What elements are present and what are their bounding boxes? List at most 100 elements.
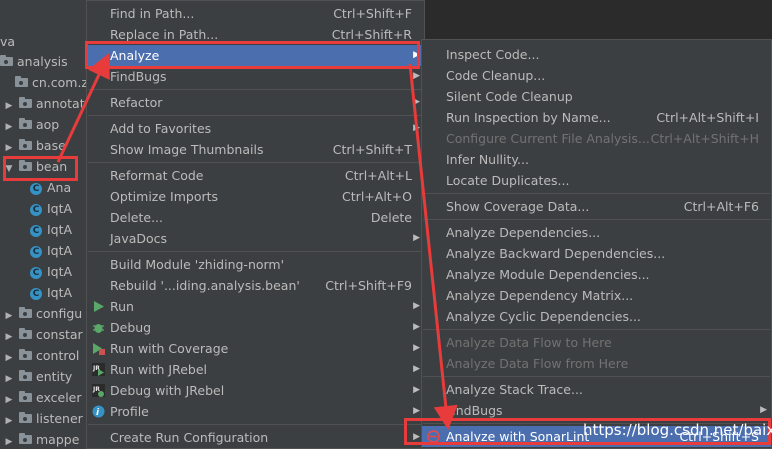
package-folder-icon xyxy=(15,76,28,87)
menu-item-label: Add to Favorites xyxy=(110,121,212,136)
menu-item-label: Locate Duplicates... xyxy=(446,173,570,188)
tree-row[interactable]: ▶ aop xyxy=(0,114,60,135)
tree-row[interactable]: C IqtA xyxy=(0,219,72,240)
collapsed-arrow-icon[interactable]: ▶ xyxy=(4,432,14,449)
menu-item-analyze-cyclic-dependencies[interactable]: Analyze Cyclic Dependencies... xyxy=(422,306,771,327)
tree-row[interactable]: C IqtA xyxy=(0,240,72,261)
menu-item-run-with-coverage[interactable]: Run with Coverage ▶ xyxy=(87,338,424,359)
tree-row[interactable]: ▶ annotat xyxy=(0,93,85,114)
menu-item-inspect-code[interactable]: Inspect Code... xyxy=(422,44,771,65)
menu-item-find-in-path[interactable]: Find in Path... Ctrl+Shift+F xyxy=(87,3,424,24)
menu-item-analyze-dependency-matrix[interactable]: Analyze Dependency Matrix... xyxy=(422,285,771,306)
tree-row-label: va xyxy=(0,34,16,49)
menu-item-label: Delete... xyxy=(110,210,163,225)
project-tree: vaanalysiscn.com.zhi▶annotat▶aop▶base▼be… xyxy=(0,0,86,449)
menu-item-optimize-imports[interactable]: Optimize Imports Ctrl+Alt+O xyxy=(87,186,424,207)
tree-row[interactable]: cn.com.zhi xyxy=(0,72,86,93)
menu-separator xyxy=(423,376,770,377)
menu-item-delete[interactable]: Delete... Delete xyxy=(87,207,424,228)
java-class-icon: C xyxy=(30,245,42,258)
menu-item-show-coverage-data[interactable]: Show Coverage Data... Ctrl+Alt+F6 xyxy=(422,196,771,217)
menu-item-findbugs[interactable]: FindBugs ▶ xyxy=(422,400,771,421)
jrebel-debug-icon: JR xyxy=(92,384,105,397)
menu-item-label: Run Inspection by Name... xyxy=(446,110,611,125)
menu-separator xyxy=(88,115,423,116)
menu-item-shortcut: Ctrl+Shift+T xyxy=(332,142,412,157)
tree-row-label: analysis xyxy=(17,54,68,69)
tree-row[interactable]: va xyxy=(0,31,15,52)
menu-item-reformat-code[interactable]: Reformat Code Ctrl+Alt+L xyxy=(87,165,424,186)
tree-row-label: annotat xyxy=(36,96,85,111)
submenu-arrow-icon: ▶ xyxy=(413,50,420,60)
menu-item-replace-in-path[interactable]: Replace in Path... Ctrl+Shift+R xyxy=(87,24,424,45)
tree-row[interactable]: ▶ listener xyxy=(0,408,83,429)
tree-row[interactable]: C IqtA xyxy=(0,261,72,282)
menu-item-analyze-module-dependencies[interactable]: Analyze Module Dependencies... xyxy=(422,264,771,285)
menu-item-analyze[interactable]: Analyze ▶ xyxy=(87,45,424,66)
menu-item-label: Run with JRebel xyxy=(110,362,208,377)
menu-item-javadocs[interactable]: JavaDocs ▶ xyxy=(87,228,424,249)
menu-item-analyze-stack-trace[interactable]: Analyze Stack Trace... xyxy=(422,379,771,400)
java-class-icon: C xyxy=(30,266,42,279)
submenu-arrow-icon: ▶ xyxy=(413,301,420,311)
menu-item-label: Analyze Data Flow to Here xyxy=(446,335,612,350)
menu-item-label: Rebuild '...iding.analysis.bean' xyxy=(110,278,300,293)
menu-item-refactor[interactable]: Refactor ▶ xyxy=(87,92,424,113)
menu-item-label: Inspect Code... xyxy=(446,47,540,62)
tree-row[interactable]: ▶ entity xyxy=(0,366,73,387)
menu-item-label: Optimize Imports xyxy=(110,189,219,204)
menu-item-infer-nullity[interactable]: Infer Nullity... xyxy=(422,149,771,170)
menu-item-code-cleanup[interactable]: Code Cleanup... xyxy=(422,65,771,86)
menu-item-locate-duplicates[interactable]: Locate Duplicates... xyxy=(422,170,771,191)
menu-separator xyxy=(88,424,423,425)
menu-item-label: Analyze Dependencies... xyxy=(446,225,601,240)
tree-row[interactable]: ▼ bean xyxy=(0,156,68,177)
menu-item-debug[interactable]: Debug ▶ xyxy=(87,317,424,338)
submenu-arrow-icon: ▶ xyxy=(413,233,420,243)
menu-item-show-image-thumbnails[interactable]: Show Image Thumbnails Ctrl+Shift+T xyxy=(87,139,424,160)
tree-row[interactable]: ▶ exceler xyxy=(0,387,82,408)
menu-item-add-to-favorites[interactable]: Add to Favorites ▶ xyxy=(87,118,424,139)
tree-row-label: aop xyxy=(36,117,60,132)
tree-row[interactable]: ▶ mappe xyxy=(0,429,80,449)
submenu-arrow-icon: ▶ xyxy=(760,405,767,415)
tree-row[interactable]: ▶ control xyxy=(0,345,80,366)
run-icon xyxy=(94,301,104,312)
menu-item-findbugs[interactable]: FindBugs ▶ xyxy=(87,66,424,87)
tree-row[interactable]: C IqtA xyxy=(0,282,72,303)
menu-item-shortcut: Delete xyxy=(370,210,412,225)
submenu-arrow-icon: ▶ xyxy=(413,123,420,133)
tree-row[interactable]: C Ana xyxy=(0,177,71,198)
menu-item-create-run-configuration[interactable]: Create Run Configuration ▶ xyxy=(87,427,424,448)
menu-item-silent-code-cleanup[interactable]: Silent Code Cleanup xyxy=(422,86,771,107)
tree-row[interactable]: ▶ configu xyxy=(0,303,83,324)
tree-row-label: configu xyxy=(36,306,83,321)
menu-item-run[interactable]: Run ▶ xyxy=(87,296,424,317)
package-folder-icon xyxy=(19,160,32,171)
menu-item-label: Analyze Stack Trace... xyxy=(446,382,583,397)
menu-item-shortcut: Ctrl+Alt+F6 xyxy=(683,199,759,214)
tree-row[interactable]: ▶ constar xyxy=(0,324,83,345)
menu-item-profile[interactable]: i Profile ▶ xyxy=(87,401,424,422)
menu-item-rebuild-iding-analysis-bean[interactable]: Rebuild '...iding.analysis.bean' Ctrl+Shi… xyxy=(87,275,424,296)
tree-row-label: IqtA xyxy=(47,222,73,237)
menu-item-debug-with-jrebel[interactable]: JR Debug with JRebel ▶ xyxy=(87,380,424,401)
package-folder-icon xyxy=(19,328,32,339)
tree-row[interactable]: ▶ base xyxy=(0,135,66,156)
menu-separator xyxy=(88,251,423,252)
sonarlint-icon xyxy=(427,430,440,443)
menu-item-label: Run xyxy=(110,299,134,314)
menu-item-build-module-zhiding-norm[interactable]: Build Module 'zhiding-norm' xyxy=(87,254,424,275)
tree-row[interactable]: C IqtA xyxy=(0,198,72,219)
menu-item-run-with-jrebel[interactable]: JR Run with JRebel ▶ xyxy=(87,359,424,380)
menu-item-run-inspection-by-name[interactable]: Run Inspection by Name... Ctrl+Alt+Shift+… xyxy=(422,107,771,128)
tree-row[interactable]: analysis xyxy=(0,51,68,72)
tree-row-label: exceler xyxy=(36,390,82,405)
watermark-text: https://blog.csdn.net/baixf xyxy=(583,421,772,439)
menu-item-analyze-dependencies[interactable]: Analyze Dependencies... xyxy=(422,222,771,243)
menu-item-label: Analyze Module Dependencies... xyxy=(446,267,650,282)
menu-item-analyze-data-flow-from-here: Analyze Data Flow from Here xyxy=(422,353,771,374)
menu-item-label: Run with Coverage xyxy=(110,341,229,356)
menu-item-analyze-backward-dependencies[interactable]: Analyze Backward Dependencies... xyxy=(422,243,771,264)
menu-item-label: Profile xyxy=(110,404,149,419)
